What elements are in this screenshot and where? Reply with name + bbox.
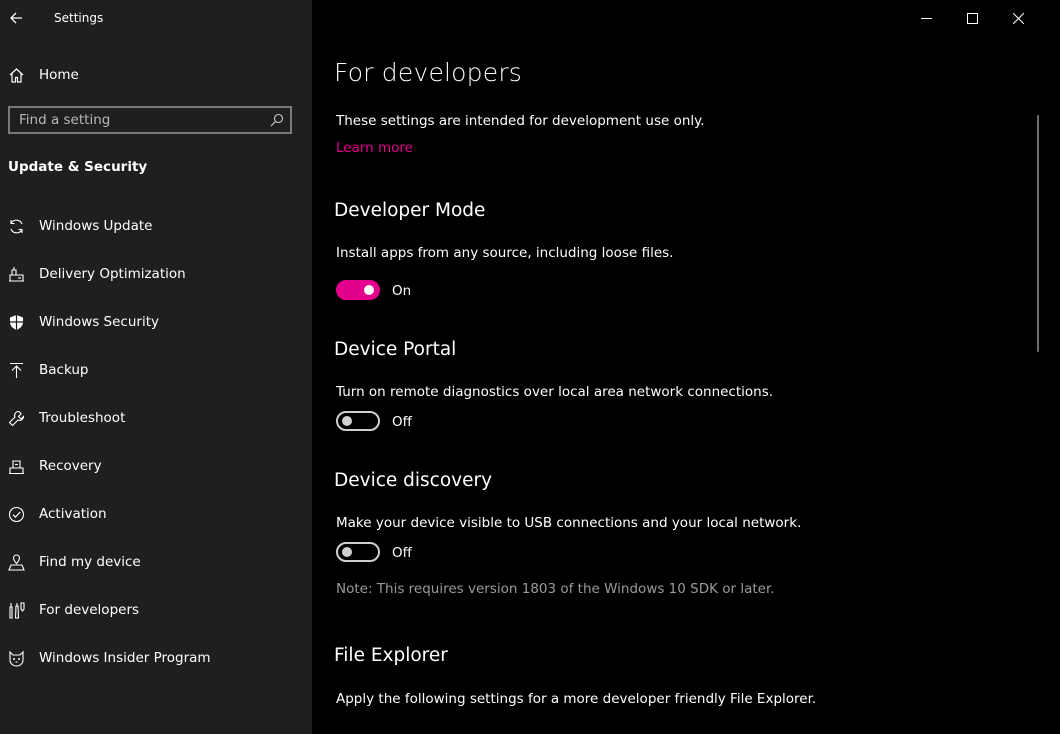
shield-icon (8, 314, 25, 331)
sidebar-item-home[interactable]: Home (0, 60, 312, 90)
find-device-icon (8, 554, 25, 571)
sidebar-item-windows-update[interactable]: Windows Update (0, 207, 312, 247)
search-input[interactable] (10, 108, 259, 132)
file-explorer-description: Apply the following settings for a more … (336, 691, 817, 707)
intro-text: These settings are intended for developm… (336, 113, 705, 129)
sidebar-item-find-my-device[interactable]: Find my device (0, 543, 312, 583)
file-explorer-heading: File Explorer (334, 645, 448, 666)
sidebar-item-label: Recovery (39, 458, 102, 474)
sidebar-item-windows-insider-program[interactable]: Windows Insider Program (0, 639, 312, 679)
sidebar-item-troubleshoot[interactable]: Troubleshoot (0, 399, 312, 439)
sidebar-item-recovery[interactable]: Recovery (0, 447, 312, 487)
section-title: Update & Security (8, 159, 148, 175)
sidebar-item-label: For developers (39, 602, 140, 618)
sidebar-item-label: Troubleshoot (39, 410, 126, 426)
wrench-icon (8, 410, 25, 427)
sidebar-item-label: Activation (39, 506, 107, 522)
device-portal-description: Turn on remote diagnostics over local ar… (336, 384, 774, 400)
sidebar-item-backup[interactable]: Backup (0, 351, 312, 391)
toggle-knob (342, 416, 352, 426)
device-portal-state: Off (392, 414, 412, 430)
sidebar-item-label: Find my device (39, 554, 141, 570)
sidebar-item-label: Windows Security (39, 314, 159, 330)
home-icon (8, 67, 25, 84)
back-button[interactable] (4, 6, 28, 30)
sync-icon (8, 218, 25, 235)
device-discovery-state: Off (392, 545, 412, 561)
developer-mode-description: Install apps from any source, including … (336, 245, 674, 261)
learn-more-link[interactable]: Learn more (336, 140, 413, 156)
toggle-knob (342, 547, 352, 557)
home-label: Home (39, 67, 79, 83)
developer-mode-heading: Developer Mode (334, 200, 486, 221)
app-title: Settings (54, 11, 104, 25)
sidebar: Settings Home Update & Security Windows … (0, 0, 312, 734)
toggle-knob (364, 285, 374, 295)
device-discovery-heading: Device discovery (334, 470, 493, 491)
recovery-icon (8, 458, 25, 475)
developer-mode-state: On (392, 283, 412, 299)
developer-tools-icon (8, 602, 25, 619)
sidebar-item-for-developers[interactable]: For developers (0, 591, 312, 631)
sidebar-item-delivery-optimization[interactable]: Delivery Optimization (0, 255, 312, 295)
device-discovery-toggle[interactable] (336, 542, 380, 562)
search-icon[interactable] (270, 113, 284, 127)
delivery-optimization-icon (8, 266, 25, 283)
content-pane: For developers These settings are intend… (312, 0, 1060, 734)
sidebar-item-label: Backup (39, 362, 89, 378)
insider-cat-icon (8, 650, 25, 667)
check-circle-icon (8, 506, 25, 523)
sidebar-item-windows-security[interactable]: Windows Security (0, 303, 312, 343)
sidebar-item-label: Delivery Optimization (39, 266, 186, 282)
back-arrow-icon (9, 11, 23, 25)
device-discovery-description: Make your device visible to USB connecti… (336, 515, 802, 531)
device-portal-toggle[interactable] (336, 411, 380, 431)
page-title: For developers (334, 58, 523, 87)
sidebar-item-activation[interactable]: Activation (0, 495, 312, 535)
device-portal-heading: Device Portal (334, 339, 457, 360)
backup-icon (8, 362, 25, 379)
developer-mode-toggle[interactable] (336, 280, 380, 300)
scrollbar[interactable] (1037, 115, 1039, 352)
search-box[interactable] (8, 106, 292, 134)
sidebar-item-label: Windows Update (39, 218, 153, 234)
device-discovery-note: Note: This requires version 1803 of the … (336, 581, 775, 597)
sidebar-item-label: Windows Insider Program (39, 650, 211, 666)
